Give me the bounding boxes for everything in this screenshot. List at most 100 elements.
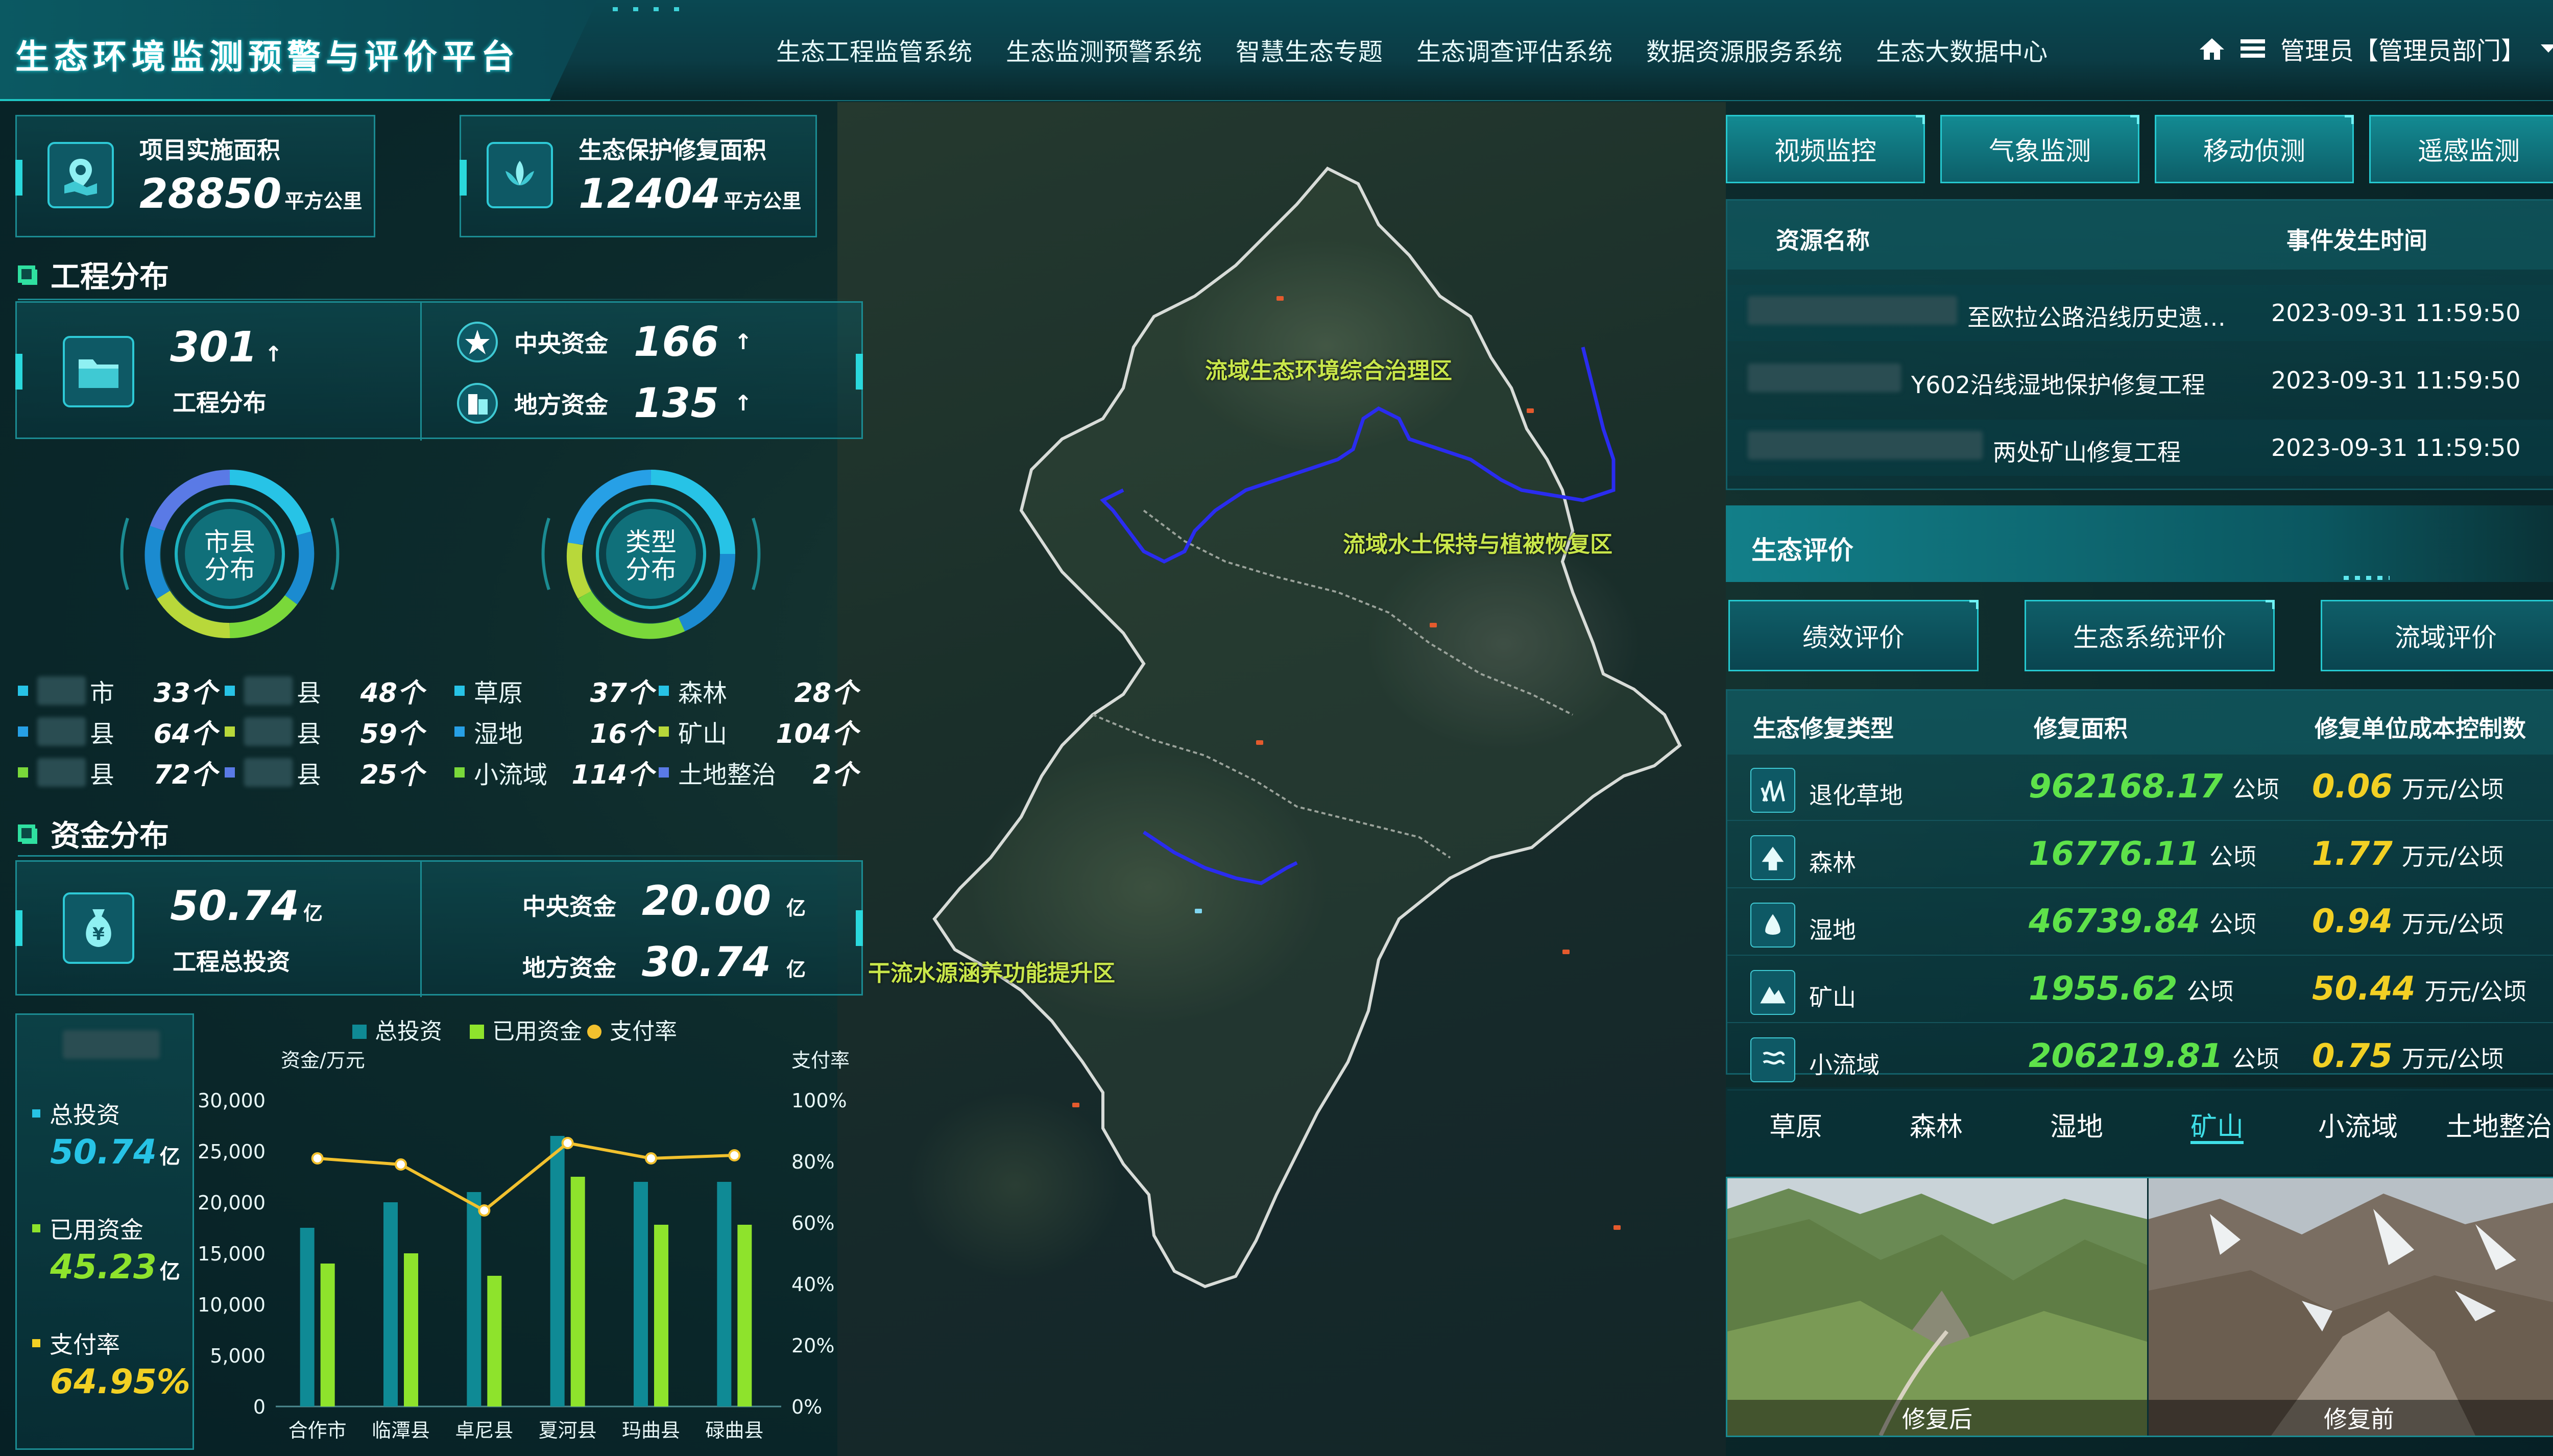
chart-y2-tick: 60% xyxy=(791,1212,834,1234)
type-legend-item[interactable]: 土地整治 2个 xyxy=(659,753,858,791)
monitor-row[interactable]: Y602沿线湿地保护修复工程 2023-09-31 11:59:50 xyxy=(1727,352,2553,408)
map-marker[interactable] xyxy=(1072,1103,1079,1107)
category-tab[interactable]: 草原 xyxy=(1769,1105,1822,1144)
chart-bar[interactable] xyxy=(737,1225,752,1406)
nav-item-engineering[interactable]: 生态工程监管系统 xyxy=(776,32,972,67)
monitor-header-time: 事件发生时间 xyxy=(2286,227,2427,254)
eval-row[interactable]: 退化草地 962168.17 公顷 0.06 万元/公顷 xyxy=(1727,760,2553,821)
map-marker[interactable] xyxy=(1430,623,1437,627)
county-legend-item[interactable]: 县 64个 xyxy=(18,712,217,750)
map-marker[interactable] xyxy=(1256,740,1263,745)
eval-row[interactable]: 湿地 46739.84 公顷 0.94 万元/公顷 xyxy=(1727,894,2553,956)
monitor-row[interactable]: 两处矿山修复工程 2023-09-31 11:59:50 xyxy=(1727,420,2553,476)
chart-bar[interactable] xyxy=(717,1182,732,1406)
chart-point[interactable] xyxy=(311,1152,324,1164)
county-legend-item[interactable]: 县 59个 xyxy=(225,712,424,750)
money-bag-icon: ¥ xyxy=(63,892,134,964)
map-marker[interactable] xyxy=(1527,408,1534,413)
map-marker[interactable] xyxy=(1613,1225,1621,1230)
eval-cost-unit: 万元/公顷 xyxy=(2401,843,2504,870)
chart-x-tick: 碌曲县 xyxy=(705,1419,763,1442)
chart-legend-label[interactable]: 支付率 xyxy=(610,1018,677,1045)
user-name[interactable]: 管理员【管理员部门】 xyxy=(2280,31,2525,66)
category-tab[interactable]: 小流域 xyxy=(2318,1105,2398,1144)
chart-bar[interactable] xyxy=(383,1202,398,1406)
funds-bar-chart[interactable]: 总投资 已用资金 支付率资金/万元 支付率05,00010,00015,00020,0… xyxy=(199,1013,863,1450)
chart-bar[interactable] xyxy=(550,1136,565,1406)
category-tab[interactable]: 土地整治 xyxy=(2446,1105,2552,1144)
central-fund-count: 166 xyxy=(634,318,719,366)
chart-bar[interactable] xyxy=(487,1276,502,1406)
photo-before[interactable]: 修复前 xyxy=(2149,1178,2553,1436)
chart-bar[interactable] xyxy=(634,1182,648,1406)
type-legend-item[interactable]: 小流域 114个 xyxy=(454,753,654,791)
active-tab-indicator xyxy=(2190,1141,2244,1144)
redacted-block xyxy=(37,717,86,746)
chart-y2-tick: 40% xyxy=(791,1273,834,1296)
chart-bar[interactable] xyxy=(654,1225,668,1406)
monitor-tab[interactable]: 移动侦测 xyxy=(2155,115,2354,183)
photo-before-label: 修复前 xyxy=(2149,1400,2553,1436)
nav-item-smart-eco[interactable]: 智慧生态专题 xyxy=(1236,32,1383,67)
monitor-tab[interactable]: 气象监测 xyxy=(1940,115,2139,183)
chart-bar[interactable] xyxy=(300,1228,315,1406)
monitor-row[interactable]: 至欧拉公路沿线历史遗… 2023-09-31 11:59:50 xyxy=(1727,285,2553,341)
nav-item-big-data[interactable]: 生态大数据中心 xyxy=(1876,32,2048,67)
evaluation-tab[interactable]: 生态系统评价 xyxy=(2025,600,2275,671)
county-legend-item[interactable]: 县 48个 xyxy=(225,671,424,710)
category-tab[interactable]: 森林 xyxy=(1910,1105,1963,1144)
chart-point[interactable] xyxy=(728,1149,741,1161)
county-legend-item[interactable]: 市 33个 xyxy=(18,671,217,710)
nav-item-monitoring[interactable]: 生态监测预警系统 xyxy=(1006,32,1202,67)
chart-legend-label[interactable]: 总投资 xyxy=(375,1018,442,1045)
funds-summary-label: 总投资 xyxy=(32,1097,120,1130)
chart-bar[interactable] xyxy=(467,1192,481,1406)
chart-point[interactable] xyxy=(395,1158,407,1171)
evaluation-tab-label: 生态系统评价 xyxy=(2073,623,2226,652)
nav-item-data-service[interactable]: 数据资源服务系统 xyxy=(1646,32,1842,67)
section-divider xyxy=(18,855,860,857)
photo-after[interactable]: 修复后 xyxy=(1727,1178,2147,1436)
category-tab[interactable]: 湿地 xyxy=(2050,1105,2103,1144)
project-area-label: 项目实施面积 xyxy=(139,136,280,164)
eval-row[interactable]: 森林 16776.11 公顷 1.77 万元/公顷 xyxy=(1727,827,2553,888)
evaluation-tab[interactable]: 绩效评价 xyxy=(1728,600,1979,671)
chart-point[interactable] xyxy=(478,1204,491,1217)
chart-point[interactable] xyxy=(645,1152,657,1164)
map-label-zone-1[interactable]: 流域生态环境综合治理区 xyxy=(1205,352,1452,385)
eval-area-value: 46739.84 xyxy=(2029,903,2201,940)
category-tab[interactable]: 矿山 xyxy=(2190,1105,2244,1144)
eval-row[interactable]: 小流域 206219.81 公顷 0.75 万元/公顷 xyxy=(1727,1029,2553,1090)
map-marker[interactable] xyxy=(1562,950,1570,954)
legend-name: 县 xyxy=(297,760,322,789)
chart-bar[interactable] xyxy=(404,1253,418,1406)
chart-bar[interactable] xyxy=(570,1177,585,1406)
map-label-zone-2[interactable]: 流域水土保持与植被恢复区 xyxy=(1343,526,1612,559)
evaluation-tab[interactable]: 流域评价 xyxy=(2321,600,2553,671)
type-legend-item[interactable]: 森林 28个 xyxy=(659,671,858,710)
type-legend-item[interactable]: 湿地 16个 xyxy=(454,712,654,750)
type-legend-item[interactable]: 矿山 104个 xyxy=(659,712,858,750)
chart-bar[interactable] xyxy=(320,1264,335,1406)
legend-value: 33个 xyxy=(153,678,217,709)
title-decoration xyxy=(613,7,618,11)
legend-name: 市 xyxy=(90,678,115,708)
nav-item-survey[interactable]: 生态调查评估系统 xyxy=(1416,32,1612,67)
map-marker[interactable] xyxy=(1195,909,1202,913)
county-legend-item[interactable]: 县 72个 xyxy=(18,753,217,791)
chevron-down-icon[interactable] xyxy=(2540,42,2553,55)
section-funds-title: 资金分布 xyxy=(51,818,170,853)
chart-point[interactable] xyxy=(561,1137,574,1149)
eval-row[interactable]: 矿山 1955.62 公顷 50.44 万元/公顷 xyxy=(1727,962,2553,1023)
home-icon[interactable] xyxy=(2199,36,2225,61)
monitor-tab[interactable]: 视频监控 xyxy=(1726,115,1925,183)
map-marker[interactable] xyxy=(1277,296,1284,301)
map-label-zone-3[interactable]: 干流水源涵养功能提升区 xyxy=(868,955,1115,987)
county-legend-item[interactable]: 县 25个 xyxy=(225,753,424,791)
monitor-tab[interactable]: 遥感监测 xyxy=(2369,115,2553,183)
chart-legend-label[interactable]: 已用资金 xyxy=(492,1018,582,1045)
map-view[interactable]: 流域生态环境综合治理区 流域水土保持与植被恢复区 干流水源涵养功能提升区 xyxy=(837,102,1726,1456)
monitor-row-name: 至欧拉公路沿线历史遗… xyxy=(1967,304,2226,331)
type-legend-item[interactable]: 草原 37个 xyxy=(454,671,654,710)
menu-icon[interactable] xyxy=(2239,37,2266,60)
